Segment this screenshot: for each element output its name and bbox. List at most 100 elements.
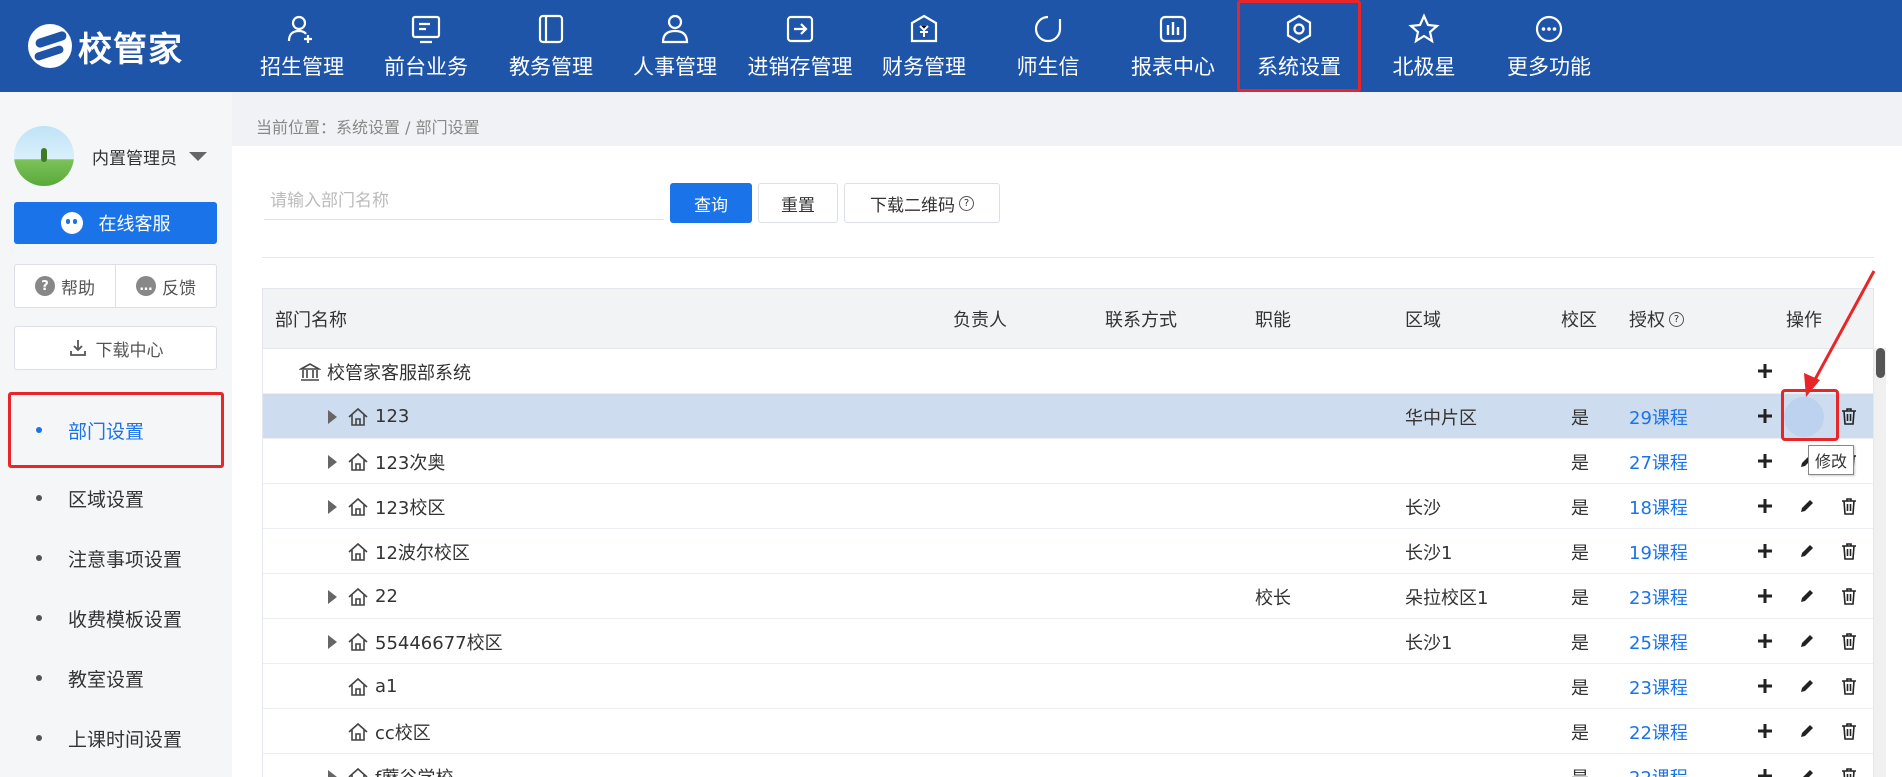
nav-item-7[interactable]: 报表中心 [1111, 0, 1235, 92]
sidebar-menu-item-4[interactable]: 教室设置 [0, 648, 232, 708]
expand-arrow-icon[interactable] [328, 769, 337, 777]
add-icon[interactable] [1753, 584, 1777, 608]
settings-menu: 部门设置区域设置注意事项设置收费模板设置 教室设置 上课时间设置 [0, 392, 232, 768]
app-logo[interactable]: 校管家 [28, 24, 183, 70]
nav-item-10[interactable]: 更多功能 [1487, 0, 1611, 92]
edit-icon[interactable] [1795, 629, 1819, 653]
nav-item-0[interactable]: 招生管理 [240, 0, 364, 92]
campus-cell: 是 [1571, 722, 1589, 744]
online-service-button[interactable]: 在线客服 [14, 202, 217, 244]
row-ops [1753, 619, 1863, 664]
add-icon[interactable] [1753, 629, 1777, 653]
delete-icon[interactable] [1837, 404, 1861, 428]
table-row-root[interactable]: 校管家客服部系统 [263, 349, 1873, 394]
add-icon[interactable] [1753, 674, 1777, 698]
nav-item-9[interactable]: 北极星 [1362, 0, 1486, 92]
table-row[interactable]: 123次奥 是 27课程 [263, 439, 1873, 484]
sidebar-menu-item-5[interactable]: 上课时间设置 [0, 708, 232, 768]
help-circle-icon[interactable]: ? [959, 195, 974, 211]
edit-icon[interactable] [1795, 719, 1819, 743]
auth-link[interactable]: 19课程 [1629, 529, 1688, 574]
table-row[interactable]: a1 是 23课程 [263, 664, 1873, 709]
col-manager: 负责人 [953, 310, 1007, 331]
scroll-thumb[interactable] [1876, 348, 1885, 378]
help-button[interactable]: ? 帮助 [15, 265, 115, 307]
delete-icon[interactable] [1837, 674, 1861, 698]
expand-arrow-icon[interactable] [328, 409, 337, 424]
home-icon [348, 677, 368, 696]
table-row[interactable]: cc校区 是 22课程 [263, 709, 1873, 754]
auth-help-icon[interactable]: ? [1669, 311, 1684, 327]
auth-link[interactable]: 27课程 [1629, 439, 1688, 484]
edit-tooltip: 修改 [1808, 445, 1855, 475]
finance-icon [908, 13, 940, 45]
delete-icon[interactable] [1837, 719, 1861, 743]
table-row[interactable]: 22 校长 朵拉校区1 是 23课程 [263, 574, 1873, 619]
add-icon[interactable] [1753, 494, 1777, 518]
add-icon[interactable] [1753, 539, 1777, 563]
add-icon[interactable] [1753, 404, 1777, 428]
user-menu[interactable]: 内置管理员 [14, 126, 207, 186]
vertical-scrollbar[interactable] [1874, 348, 1886, 777]
auth-link[interactable]: 18课程 [1629, 484, 1688, 529]
expand-arrow-icon[interactable] [328, 589, 337, 604]
table-row[interactable]: 55446677校区 长沙1 是 25课程 [263, 619, 1873, 664]
chat-icon [1032, 13, 1064, 45]
department-name: 123校区 [375, 497, 446, 519]
department-search-input[interactable] [264, 182, 664, 220]
sidebar-menu-item-3[interactable]: 收费模板设置 [0, 588, 232, 648]
table-row[interactable]: 123 华中片区 是 29课程 [263, 394, 1873, 439]
nav-item-2[interactable]: 教务管理 [489, 0, 613, 92]
auth-link[interactable]: 23课程 [1629, 664, 1688, 709]
avatar[interactable] [14, 126, 74, 186]
expand-arrow-icon[interactable] [328, 499, 337, 514]
bullet-icon [36, 615, 42, 621]
nav-item-6[interactable]: 师生信 [986, 0, 1110, 92]
add-icon[interactable] [1753, 359, 1777, 383]
feedback-button[interactable]: … 反馈 [115, 265, 216, 307]
add-icon[interactable] [1753, 449, 1777, 473]
row-ops [1753, 484, 1863, 529]
download-center-button[interactable]: 下载中心 [14, 326, 217, 370]
nav-item-4[interactable]: 进销存管理 [738, 0, 862, 92]
nav-label: 进销存管理 [747, 55, 853, 79]
name-cell: 123次奥 [328, 439, 445, 484]
edit-icon[interactable] [1795, 494, 1819, 518]
edit-icon[interactable] [1795, 539, 1819, 563]
nav-item-8[interactable]: 系统设置 [1237, 0, 1361, 92]
name-cell: 123校区 [328, 484, 445, 529]
edit-icon[interactable] [1795, 764, 1819, 777]
expand-arrow-icon[interactable] [328, 634, 337, 649]
chevron-down-icon[interactable] [189, 151, 207, 161]
col-role: 职能 [1255, 310, 1291, 331]
sidebar-menu-item-2[interactable]: 注意事项设置 [0, 528, 232, 588]
nav-item-3[interactable]: 人事管理 [613, 0, 737, 92]
edit-icon[interactable] [1795, 584, 1819, 608]
reset-button[interactable]: 重置 [758, 183, 838, 223]
sidebar-menu-item-0[interactable]: 部门设置 [8, 392, 224, 468]
auth-link[interactable]: 22课程 [1629, 709, 1688, 754]
delete-icon[interactable] [1837, 764, 1861, 777]
edit-icon[interactable] [1795, 674, 1819, 698]
delete-icon[interactable] [1837, 494, 1861, 518]
auth-link[interactable]: 25课程 [1629, 619, 1688, 664]
table-row[interactable]: 123校区 长沙 是 18课程 [263, 484, 1873, 529]
table-row[interactable]: 12波尔校区 长沙1 是 19课程 [263, 529, 1873, 574]
menu-label: 注意事项设置 [68, 548, 183, 571]
add-icon[interactable] [1753, 719, 1777, 743]
download-qr-button[interactable]: 下载二维码 ? [844, 183, 1000, 223]
table-row[interactable]: f蘑谷学校 是 22课程 [263, 754, 1873, 777]
add-icon[interactable] [1753, 764, 1777, 777]
delete-icon[interactable] [1837, 539, 1861, 563]
sidebar-menu-item-1[interactable]: 区域设置 [0, 468, 232, 528]
expand-arrow-icon[interactable] [328, 454, 337, 469]
nav-item-1[interactable]: 前台业务 [364, 0, 488, 92]
query-button[interactable]: 查询 [670, 183, 752, 223]
delete-icon[interactable] [1837, 629, 1861, 653]
nav-item-5[interactable]: 财务管理 [862, 0, 986, 92]
menu-label: 部门设置 [68, 420, 145, 443]
auth-link[interactable]: 29课程 [1629, 394, 1688, 439]
auth-link[interactable]: 23课程 [1629, 574, 1688, 619]
auth-link[interactable]: 22课程 [1629, 754, 1688, 777]
delete-icon[interactable] [1837, 584, 1861, 608]
